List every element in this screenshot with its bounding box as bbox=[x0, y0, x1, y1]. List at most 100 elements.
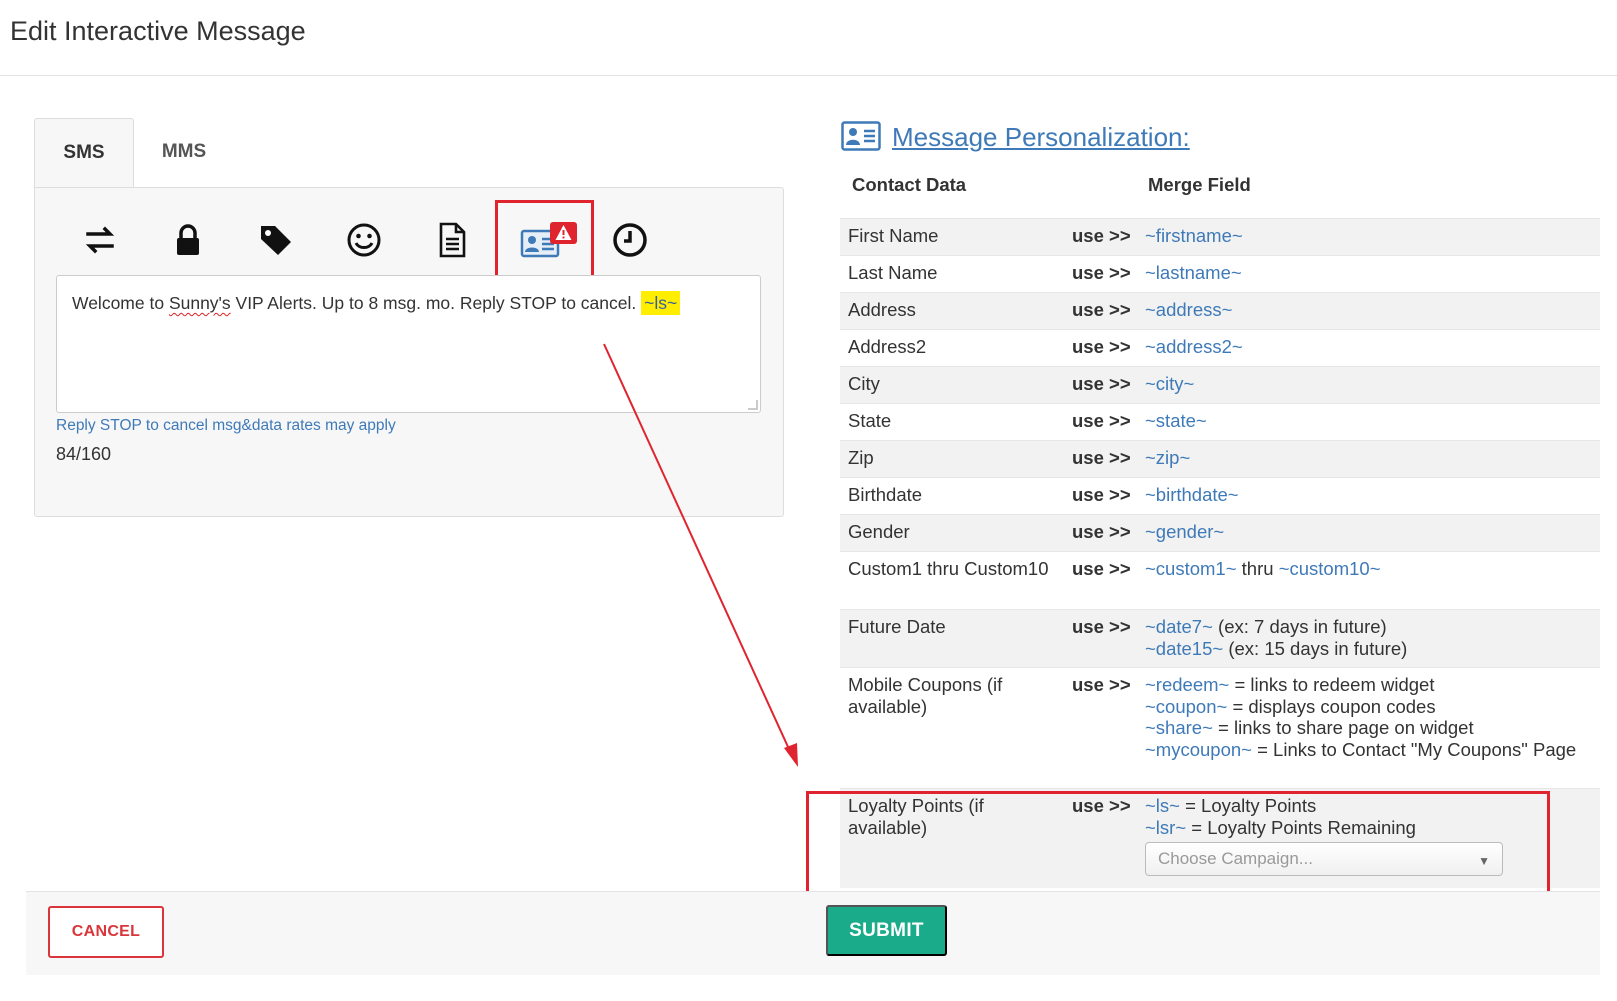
merge-field-token[interactable]: ~state~ bbox=[1145, 410, 1207, 431]
merge-field-cell: ~custom1~ thru ~custom10~ bbox=[1145, 558, 1585, 580]
contact-data-label: Mobile Coupons (if available) bbox=[848, 674, 1003, 717]
exchange-icon[interactable] bbox=[76, 216, 124, 264]
use-label: use >> bbox=[1072, 225, 1131, 246]
merge-field-token[interactable]: ~firstname~ bbox=[1145, 225, 1243, 246]
tab-mms[interactable]: MMS bbox=[134, 118, 234, 188]
contact-data-label: State bbox=[848, 410, 892, 431]
merge-field-token[interactable]: ~address~ bbox=[1145, 299, 1232, 320]
merge-row: Mobile Coupons (if available) use >> ~rede… bbox=[840, 667, 1600, 788]
merge-field-line: ~coupon~ = displays coupon codes bbox=[1145, 696, 1585, 718]
merge-field-token[interactable]: ~custom1~ bbox=[1145, 558, 1237, 579]
merge-row: Gender use >> ~gender~ bbox=[840, 514, 1600, 551]
merge-field-cell: ~date7~ (ex: 7 days in future) ~date15~ (… bbox=[1145, 616, 1585, 659]
personalization-title-link[interactable]: Message Personalization: bbox=[892, 122, 1190, 153]
merge-field-description: thru bbox=[1236, 558, 1279, 579]
tag-icon[interactable] bbox=[252, 216, 300, 264]
merge-field-line: ~share~ = links to share page on widget bbox=[1145, 717, 1585, 739]
merge-row: City use >> ~city~ bbox=[840, 366, 1600, 403]
merge-field-line: ~date15~ (ex: 15 days in future) bbox=[1145, 638, 1585, 660]
contact-data-label: Zip bbox=[848, 447, 874, 468]
page-title: Edit Interactive Message bbox=[10, 16, 306, 46]
merge-field-line: ~redeem~ = links to redeem widget bbox=[1145, 674, 1585, 696]
message-text: Welcome to bbox=[72, 293, 169, 313]
merge-field-token[interactable]: ~share~ bbox=[1145, 717, 1213, 738]
merge-field-line: ~date7~ (ex: 7 days in future) bbox=[1145, 616, 1585, 638]
contact-data-label: Future Date bbox=[848, 616, 946, 637]
merge-field-token[interactable]: ~city~ bbox=[1145, 373, 1194, 394]
contact-data-label: City bbox=[848, 373, 880, 394]
opt-out-hint: Reply STOP to cancel msg&data rates may … bbox=[56, 417, 396, 434]
page-header: Edit Interactive Message bbox=[0, 0, 1617, 76]
contact-data-label: Address2 bbox=[848, 336, 927, 357]
contact-data-label: Birthdate bbox=[848, 484, 923, 505]
merge-field-description: = displays coupon codes bbox=[1227, 695, 1436, 717]
merge-field-token[interactable]: ~mycoupon~ bbox=[1145, 739, 1252, 760]
contact-data-label: Custom1 thru Custom10 bbox=[848, 558, 1049, 579]
merge-field-line: ~mycoupon~ = Links to Contact "My Coupon… bbox=[1145, 739, 1585, 761]
form-footer bbox=[26, 891, 1600, 975]
merge-field-token[interactable]: ~custom10~ bbox=[1279, 558, 1381, 579]
resize-handle[interactable] bbox=[748, 400, 758, 410]
merge-field-line: ~address2~ bbox=[1145, 336, 1585, 358]
merge-field-token[interactable]: ~lastname~ bbox=[1145, 262, 1242, 283]
merge-field-description: = Links to Contact "My Coupons" Page bbox=[1251, 738, 1577, 760]
lock-icon[interactable] bbox=[164, 216, 212, 264]
merge-field-cell: ~address~ bbox=[1145, 299, 1585, 321]
merge-field-token[interactable]: ~birthdate~ bbox=[1145, 484, 1239, 505]
merge-field-cell: ~address2~ bbox=[1145, 336, 1585, 358]
contact-data-label: First Name bbox=[848, 225, 939, 246]
merge-field-cell: ~birthdate~ bbox=[1145, 484, 1585, 506]
merge-field-token[interactable]: ~coupon~ bbox=[1145, 696, 1227, 717]
merge-field-token[interactable]: ~redeem~ bbox=[1145, 674, 1229, 695]
loyalty-points-highlight-box bbox=[806, 791, 1550, 899]
merge-row: Custom1 thru Custom10 use >> ~custom1~ thr… bbox=[840, 551, 1600, 609]
column-header-contact-data: Contact Data bbox=[852, 174, 967, 195]
message-textarea[interactable]: Welcome to Sunny's VIP Alerts. Up to 8 m… bbox=[56, 275, 761, 413]
character-counter: 84/160 bbox=[56, 444, 112, 464]
contact-data-label: Last Name bbox=[848, 262, 938, 283]
merge-field-token[interactable]: ~gender~ bbox=[1145, 521, 1224, 542]
merge-field-line: ~city~ bbox=[1145, 373, 1585, 395]
merge-row: Birthdate use >> ~birthdate~ bbox=[840, 477, 1600, 514]
use-label: use >> bbox=[1072, 262, 1131, 283]
clock-icon[interactable] bbox=[606, 216, 654, 264]
merge-field-cell: ~state~ bbox=[1145, 410, 1585, 432]
use-label: use >> bbox=[1072, 484, 1131, 505]
merge-field-line: ~gender~ bbox=[1145, 521, 1585, 543]
merge-field-token[interactable]: ~date15~ bbox=[1145, 638, 1223, 659]
merge-field-line: ~state~ bbox=[1145, 410, 1585, 432]
merge-row: Last Name use >> ~lastname~ bbox=[840, 255, 1600, 292]
merge-field-table: First Name use >> ~firstname~ Last Name use … bbox=[840, 218, 1600, 888]
use-label: use >> bbox=[1072, 373, 1131, 394]
merge-fields-highlight-box bbox=[495, 200, 594, 281]
highlighted-merge-field: ~ls~ bbox=[641, 291, 681, 315]
merge-row: First Name use >> ~firstname~ bbox=[840, 218, 1600, 255]
cancel-button[interactable]: CANCEL bbox=[48, 906, 164, 958]
document-icon[interactable] bbox=[428, 216, 476, 264]
merge-row: State use >> ~state~ bbox=[840, 403, 1600, 440]
use-label: use >> bbox=[1072, 410, 1131, 431]
merge-field-token[interactable]: ~zip~ bbox=[1145, 447, 1190, 468]
use-label: use >> bbox=[1072, 616, 1131, 637]
merge-field-cell: ~zip~ bbox=[1145, 447, 1585, 469]
merge-field-token[interactable]: ~date7~ bbox=[1145, 616, 1213, 637]
message-text-continued: VIP Alerts. Up to 8 msg. mo. Reply STOP … bbox=[230, 293, 642, 313]
merge-field-description: (ex: 7 days in future) bbox=[1212, 616, 1387, 637]
merge-row: Future Date use >> ~date7~ (ex: 7 days in … bbox=[840, 609, 1600, 667]
merge-row: Address2 use >> ~address2~ bbox=[840, 329, 1600, 366]
merge-field-token[interactable]: ~address2~ bbox=[1145, 336, 1243, 357]
use-label: use >> bbox=[1072, 521, 1131, 542]
use-label: use >> bbox=[1072, 299, 1131, 320]
merge-field-line: ~custom1~ thru ~custom10~ bbox=[1145, 558, 1585, 580]
tab-sms[interactable]: SMS bbox=[34, 118, 134, 188]
merge-field-line: ~birthdate~ bbox=[1145, 484, 1585, 506]
submit-button[interactable]: SUBMIT bbox=[826, 905, 947, 956]
merge-field-line: ~firstname~ bbox=[1145, 225, 1585, 247]
merge-field-description: = links to share page on widget bbox=[1212, 717, 1474, 738]
contact-data-label: Gender bbox=[848, 521, 910, 542]
merge-field-description: (ex: 15 days in future) bbox=[1223, 637, 1408, 659]
merge-row: Zip use >> ~zip~ bbox=[840, 440, 1600, 477]
merge-field-line: ~zip~ bbox=[1145, 447, 1585, 469]
contact-card-icon bbox=[841, 121, 881, 156]
smiley-icon[interactable] bbox=[340, 216, 388, 264]
